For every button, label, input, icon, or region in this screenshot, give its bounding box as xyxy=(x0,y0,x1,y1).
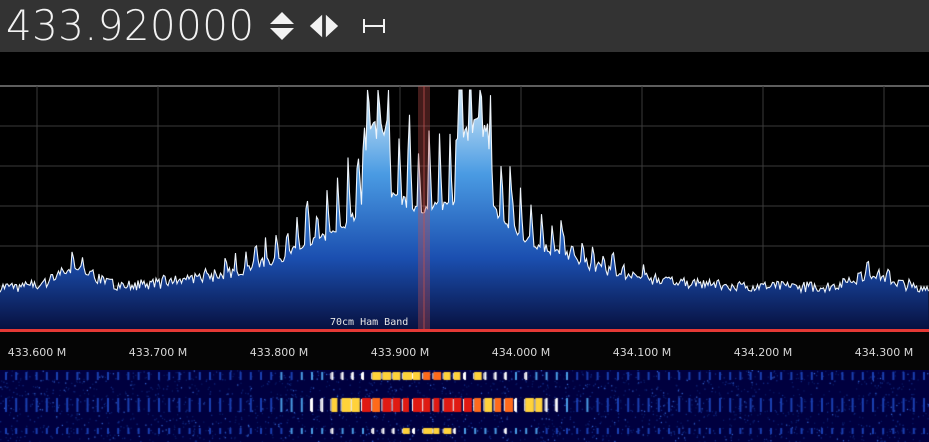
tick-label: 434.100 M xyxy=(613,346,671,359)
tick-label: 433.900 M xyxy=(371,346,429,359)
up-down-triangles-icon[interactable] xyxy=(266,10,298,42)
tick-label: 433.800 M xyxy=(250,346,308,359)
spectrum-top-margin xyxy=(0,52,929,82)
spectrum-analyzer[interactable]: 70cm Ham Band 433.600 M 433.700 M 433.800 … xyxy=(0,82,929,370)
band-bar[interactable] xyxy=(0,329,929,332)
tick-label: 433.700 M xyxy=(129,346,187,359)
tick-label: 434.300 M xyxy=(855,346,913,359)
frequency-toolbar: 433.920000 xyxy=(0,0,929,52)
waterfall-canvas xyxy=(0,370,929,442)
horizontal-span-icon[interactable] xyxy=(358,10,390,42)
frequency-display[interactable]: 433.920000 xyxy=(6,1,255,51)
left-right-triangles-icon[interactable] xyxy=(308,10,340,42)
tick-label: 434.200 M xyxy=(734,346,792,359)
band-label: 70cm Ham Band xyxy=(330,317,408,328)
tick-label: 434.000 M xyxy=(492,346,550,359)
waterfall-display[interactable] xyxy=(0,370,929,442)
tick-label: 433.600 M xyxy=(8,346,66,359)
